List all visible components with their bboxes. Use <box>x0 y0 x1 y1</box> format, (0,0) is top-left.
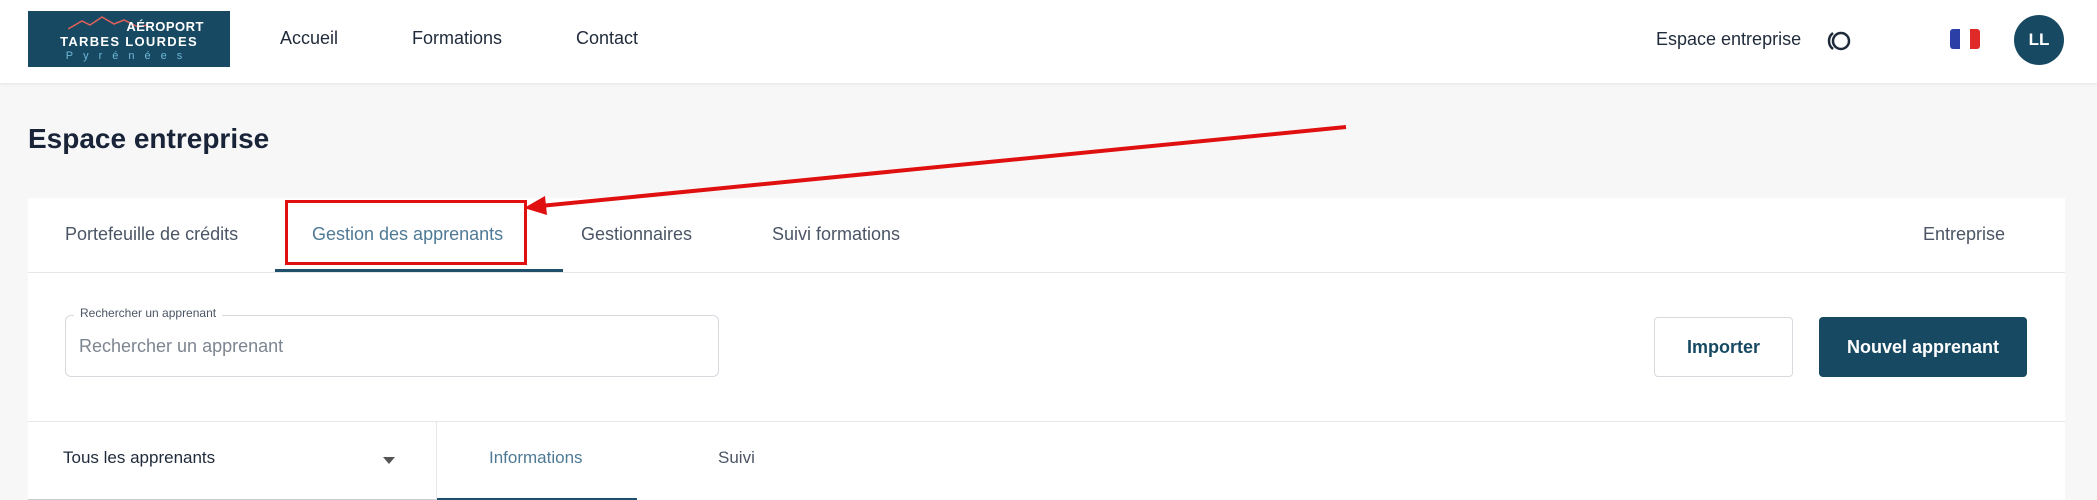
logo-line-1: AÉROPORT <box>126 19 204 34</box>
nav-contact[interactable]: Contact <box>576 28 638 49</box>
airport-logo[interactable]: AÉROPORT TARBES LOURDES Pyrénées <box>28 11 230 67</box>
page-title: Espace entreprise <box>28 123 270 154</box>
caret-down-icon <box>383 457 395 464</box>
logo-line-3: Pyrénées <box>65 50 193 62</box>
search-input[interactable] <box>79 332 699 360</box>
learner-filter-select[interactable]: Tous les apprenants <box>28 422 437 500</box>
espace-entreprise-link[interactable]: Espace entreprise <box>1656 29 1801 50</box>
user-avatar[interactable]: LL <box>2014 15 2064 65</box>
french-flag-icon[interactable] <box>1950 29 1980 49</box>
new-learner-button[interactable]: Nouvel apprenant <box>1819 317 2027 377</box>
learner-filter-value: Tous les apprenants <box>63 448 216 467</box>
tab-suivi-formations[interactable]: Suivi formations <box>772 224 900 245</box>
tab-entreprise[interactable]: Entreprise <box>1923 224 2005 245</box>
annotation-highlight-box <box>285 200 527 265</box>
learner-subheader: Tous les apprenants Informations Suivi <box>28 421 2065 500</box>
nav-accueil[interactable]: Accueil <box>280 28 338 49</box>
subtab-suivi[interactable]: Suivi <box>718 448 755 468</box>
active-tab-indicator <box>275 269 563 272</box>
logo-line-2: TARBES LOURDES <box>60 34 198 49</box>
tab-portefeuille-credits[interactable]: Portefeuille de crédits <box>65 224 238 245</box>
subtab-informations[interactable]: Informations <box>489 448 583 468</box>
nav-formations[interactable]: Formations <box>412 28 502 49</box>
theme-toggle-icon[interactable] <box>1826 29 1854 53</box>
import-button[interactable]: Importer <box>1654 317 1793 377</box>
search-field[interactable]: Rechercher un apprenant <box>65 306 719 377</box>
tab-gestionnaires[interactable]: Gestionnaires <box>581 224 692 245</box>
top-header: AÉROPORT TARBES LOURDES Pyrénées Accueil… <box>0 0 2097 83</box>
search-field-label: Rechercher un apprenant <box>74 306 223 320</box>
